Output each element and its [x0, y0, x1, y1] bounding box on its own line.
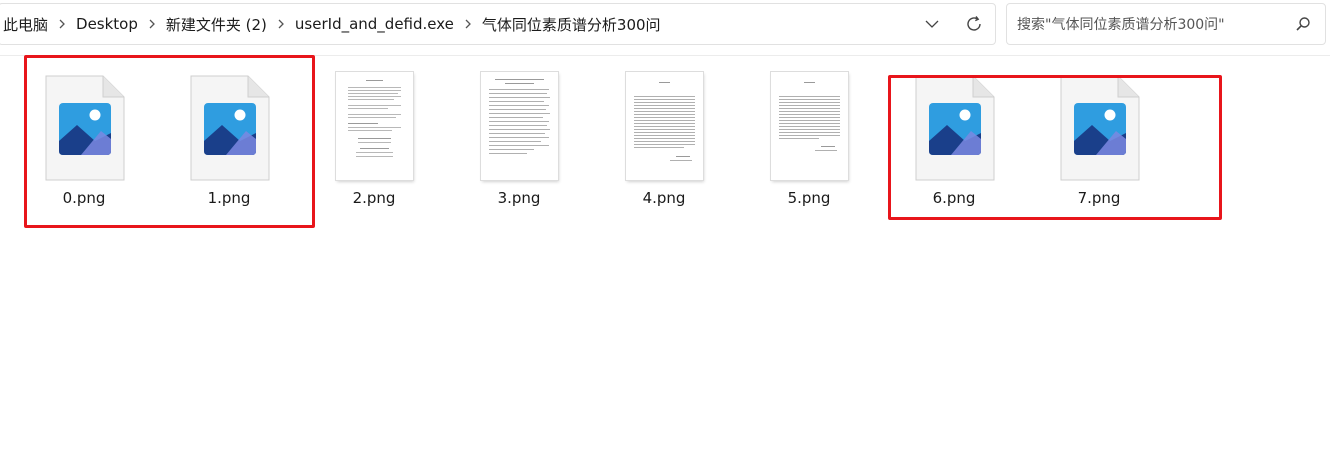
highlight-box-right — [888, 75, 1222, 220]
file-item[interactable]: 4.png — [604, 62, 724, 212]
file-thumbnail — [314, 66, 434, 188]
file-name: 2.png — [352, 189, 396, 207]
file-item[interactable]: 3.png — [459, 62, 579, 212]
file-grid: 0.png 1.png 2.png 3.png 4.png 5.png 6.pn… — [0, 0, 1330, 470]
document-preview — [336, 72, 413, 180]
file-name: 4.png — [642, 189, 686, 207]
document-preview — [481, 72, 558, 180]
file-name: 3.png — [497, 189, 541, 207]
file-item[interactable]: 5.png — [749, 62, 869, 212]
highlight-box-left — [24, 55, 315, 228]
file-thumbnail — [749, 66, 869, 188]
file-thumbnail — [604, 66, 724, 188]
file-name: 5.png — [787, 189, 831, 207]
document-preview — [771, 72, 848, 180]
document-preview — [626, 72, 703, 180]
file-item[interactable]: 2.png — [314, 62, 434, 212]
file-thumbnail — [459, 66, 579, 188]
